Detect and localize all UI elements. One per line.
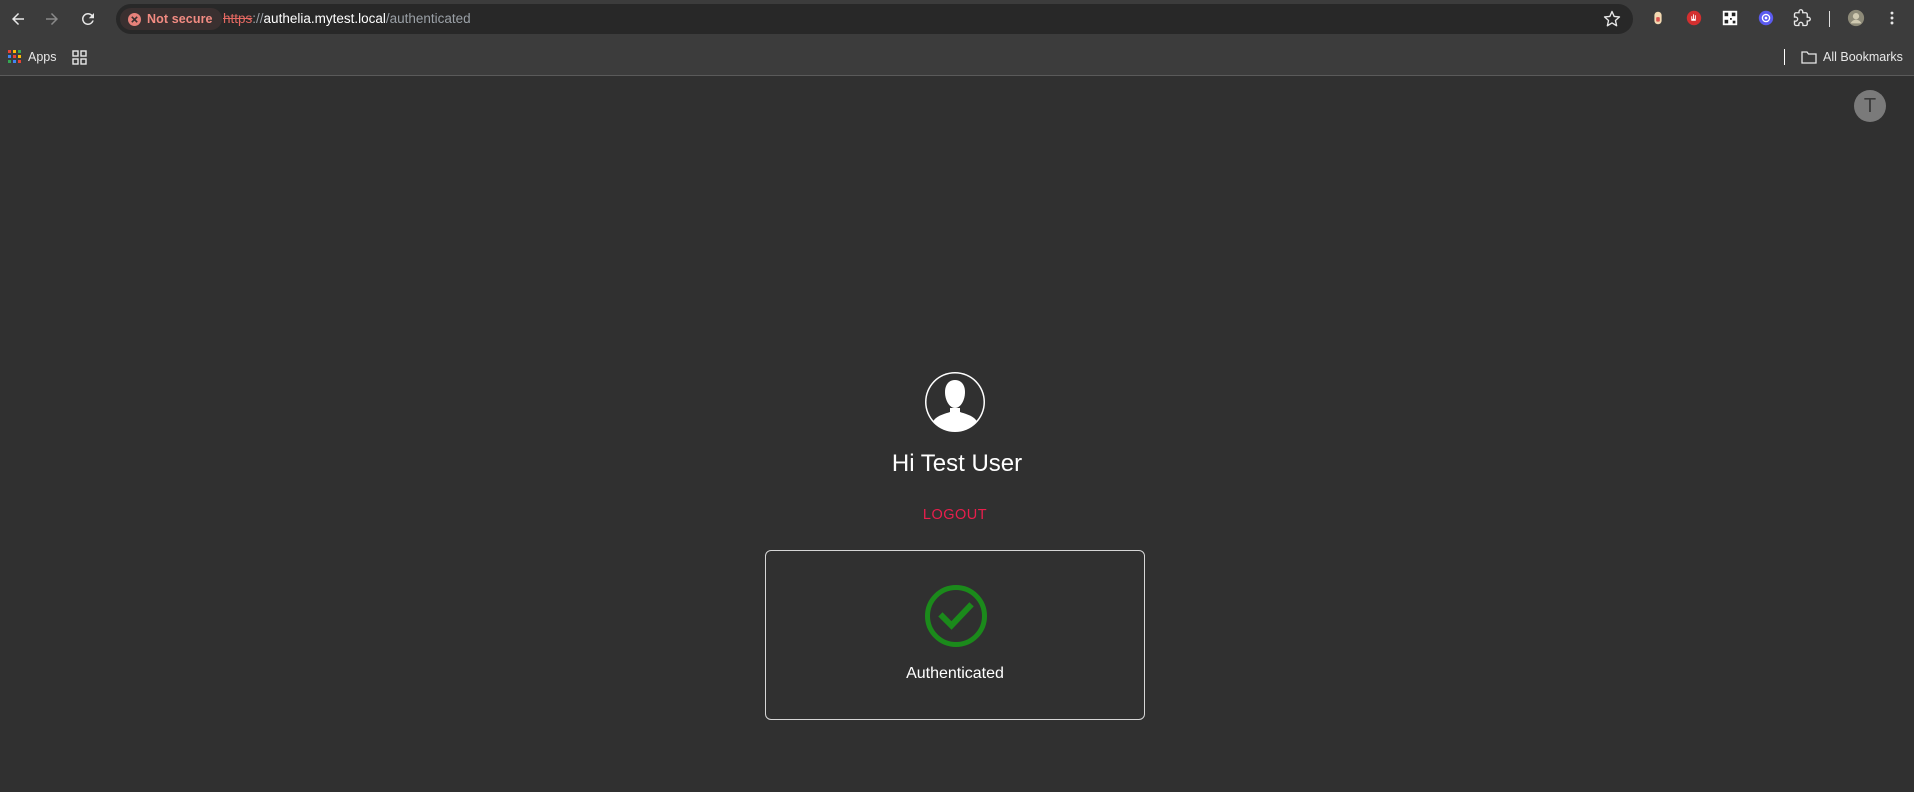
bookmarks-bar: Apps All Bookmarks bbox=[0, 38, 1914, 76]
tab-groups-bookmark[interactable] bbox=[72, 46, 87, 68]
tab-groups-icon bbox=[72, 49, 87, 65]
forward-icon bbox=[46, 13, 58, 25]
greeting-heading: Hi Test User bbox=[891, 450, 1023, 477]
all-bookmarks-label: All Bookmarks bbox=[1823, 50, 1903, 64]
qr-extension-icon[interactable] bbox=[1720, 8, 1740, 28]
security-label: Not secure bbox=[147, 12, 213, 26]
bookmarks-divider bbox=[1784, 49, 1785, 65]
account-avatar[interactable]: T bbox=[1854, 90, 1886, 122]
check-circle-icon bbox=[925, 585, 987, 647]
address-bar[interactable]: Not secure https://authelia.mytest.local… bbox=[116, 4, 1633, 34]
apps-bookmark[interactable]: Apps bbox=[8, 46, 57, 68]
toolbar-divider bbox=[1829, 11, 1830, 27]
extension-4-icon[interactable] bbox=[1756, 8, 1776, 28]
url-host: authelia.mytest.local bbox=[263, 11, 386, 26]
user-avatar-icon bbox=[925, 372, 985, 432]
reload-icon bbox=[81, 12, 94, 25]
url-path: /authenticated bbox=[385, 11, 471, 26]
back-button[interactable] bbox=[4, 5, 32, 33]
browser-toolbar: Not secure https://authelia.mytest.local… bbox=[0, 0, 1914, 38]
authentication-status-card: Authenticated bbox=[765, 550, 1145, 720]
back-icon bbox=[12, 13, 24, 25]
folder-icon bbox=[1801, 51, 1817, 64]
status-text: Authenticated bbox=[906, 665, 1004, 682]
bookmark-star-icon[interactable] bbox=[1603, 10, 1621, 28]
apps-grid-icon bbox=[8, 50, 21, 63]
apps-label: Apps bbox=[28, 50, 57, 64]
all-bookmarks-button[interactable]: All Bookmarks bbox=[1801, 46, 1903, 68]
not-secure-icon bbox=[128, 12, 141, 26]
profile-icon[interactable] bbox=[1846, 8, 1866, 28]
url-text[interactable]: https://authelia.mytest.local/authentica… bbox=[223, 4, 471, 34]
forward-button[interactable] bbox=[38, 5, 66, 33]
extensions-icon[interactable] bbox=[1792, 8, 1812, 28]
url-separator: :// bbox=[252, 11, 264, 26]
extension-1-icon[interactable] bbox=[1648, 8, 1668, 28]
reload-button[interactable] bbox=[74, 5, 102, 33]
extension-2-icon[interactable] bbox=[1684, 8, 1704, 28]
url-scheme: https bbox=[223, 11, 253, 26]
menu-icon[interactable] bbox=[1882, 8, 1902, 28]
logout-button[interactable]: LOGOUT bbox=[897, 504, 1013, 526]
security-indicator[interactable]: Not secure bbox=[120, 8, 222, 30]
